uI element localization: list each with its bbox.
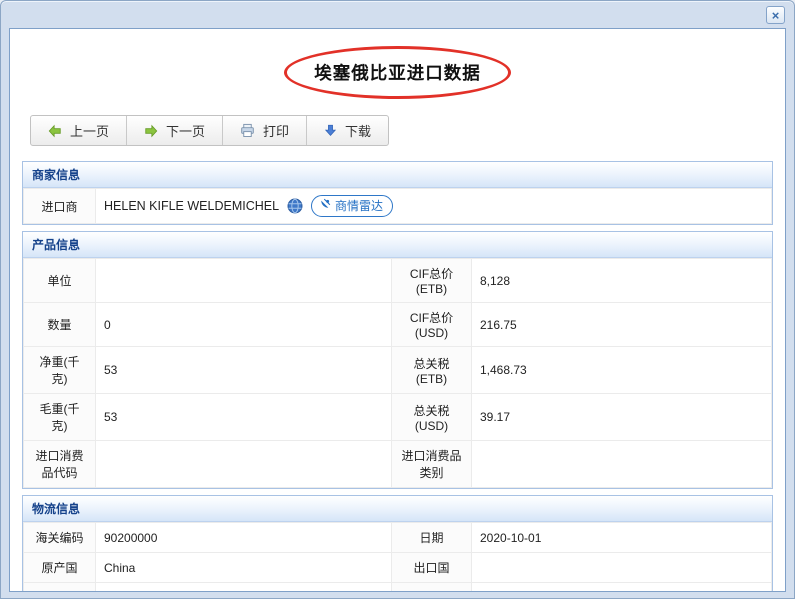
field-value	[472, 583, 772, 593]
table-row: 海关编码 90200000 日期 2020-10-01	[24, 523, 772, 553]
table-row: 净重(千克) 53 总关税(ETB) 1,468.73	[24, 347, 772, 394]
field-value: 53	[96, 394, 392, 441]
field-value: 216.75	[472, 303, 772, 347]
field-label: 贸易国	[24, 583, 96, 593]
table-row: 毛重(千克) 53 总关税 (USD) 39.17	[24, 394, 772, 441]
dialog-window: × 埃塞俄比亚进口数据 上一页 下一页	[0, 0, 795, 599]
field-label: CIF总价 (ETB)	[392, 259, 472, 303]
importer-value-cell: HELEN KIFLE WELDEMICHEL	[96, 189, 772, 224]
field-label	[392, 583, 472, 593]
field-value: China	[96, 583, 392, 593]
prev-page-label: 上一页	[70, 121, 109, 140]
field-label: 海关编码	[24, 523, 96, 553]
field-value	[472, 553, 772, 583]
table-row: 进口消费品代码 进口消费品类别	[24, 441, 772, 488]
product-table: 单位 CIF总价 (ETB) 8,128 数量 0 CIF总价 (USD) 21…	[23, 258, 772, 488]
field-label: 数量	[24, 303, 96, 347]
green-arrow-right-icon	[144, 124, 158, 138]
field-label: 总关税 (USD)	[392, 394, 472, 441]
green-arrow-left-icon	[48, 124, 62, 138]
field-value: 53	[96, 347, 392, 394]
table-row: 数量 0 CIF总价 (USD) 216.75	[24, 303, 772, 347]
toolbar: 上一页 下一页 打印	[30, 115, 389, 146]
close-icon: ×	[772, 8, 780, 23]
radar-button-label: 商情雷达	[335, 197, 383, 214]
field-label: 进口消费品代码	[24, 441, 96, 488]
merchant-table: 进口商 HELEN KIFLE WELDEMICHEL	[23, 188, 772, 224]
dialog-titlebar: ×	[1, 1, 794, 28]
business-radar-button[interactable]: 商情雷达	[311, 195, 393, 217]
section-header-product: 产品信息	[23, 232, 772, 258]
print-label: 打印	[263, 121, 289, 140]
logistics-table: 海关编码 90200000 日期 2020-10-01 原产国 China 出口…	[23, 522, 772, 592]
table-row: 贸易国 China	[24, 583, 772, 593]
field-label: CIF总价 (USD)	[392, 303, 472, 347]
importer-label: 进口商	[24, 189, 96, 224]
next-page-button[interactable]: 下一页	[127, 116, 223, 145]
field-value	[96, 441, 392, 488]
field-value: 39.17	[472, 394, 772, 441]
section-header-logistics: 物流信息	[23, 496, 772, 522]
page-title: 埃塞俄比亚进口数据	[284, 46, 511, 99]
field-value: 2020-10-01	[472, 523, 772, 553]
table-row: 进口商 HELEN KIFLE WELDEMICHEL	[24, 189, 772, 224]
importer-name: HELEN KIFLE WELDEMICHEL	[104, 199, 279, 213]
next-page-label: 下一页	[166, 121, 205, 140]
section-product-info: 产品信息 单位 CIF总价 (ETB) 8,128 数量 0 CIF总价 (US…	[22, 231, 773, 489]
field-label: 原产国	[24, 553, 96, 583]
table-row: 原产国 China 出口国	[24, 553, 772, 583]
close-button[interactable]: ×	[766, 6, 785, 24]
section-header-merchant: 商家信息	[23, 162, 772, 188]
dialog-content: 埃塞俄比亚进口数据 上一页 下一页	[9, 28, 786, 592]
field-value: 8,128	[472, 259, 772, 303]
section-merchant-info: 商家信息 进口商 HELEN KIFLE WELDEMICHEL	[22, 161, 773, 225]
printer-icon	[240, 123, 255, 138]
field-label: 单位	[24, 259, 96, 303]
blue-arrow-down-icon	[324, 124, 337, 137]
field-label: 进口消费品类别	[392, 441, 472, 488]
field-label: 总关税(ETB)	[392, 347, 472, 394]
field-label: 日期	[392, 523, 472, 553]
field-label: 毛重(千克)	[24, 394, 96, 441]
field-value: China	[96, 553, 392, 583]
download-button[interactable]: 下载	[307, 116, 388, 145]
radar-icon	[319, 198, 331, 213]
field-value: 0	[96, 303, 392, 347]
prev-page-button[interactable]: 上一页	[31, 116, 127, 145]
field-label: 净重(千克)	[24, 347, 96, 394]
print-button[interactable]: 打印	[223, 116, 307, 145]
globe-icon[interactable]	[287, 198, 303, 214]
field-value	[96, 259, 392, 303]
field-value: 90200000	[96, 523, 392, 553]
section-logistics-info: 物流信息 海关编码 90200000 日期 2020-10-01 原产国 Chi…	[22, 495, 773, 592]
field-label: 出口国	[392, 553, 472, 583]
field-value: 1,468.73	[472, 347, 772, 394]
table-row: 单位 CIF总价 (ETB) 8,128	[24, 259, 772, 303]
title-area: 埃塞俄比亚进口数据	[284, 46, 511, 99]
download-label: 下载	[345, 121, 371, 140]
field-value	[472, 441, 772, 488]
